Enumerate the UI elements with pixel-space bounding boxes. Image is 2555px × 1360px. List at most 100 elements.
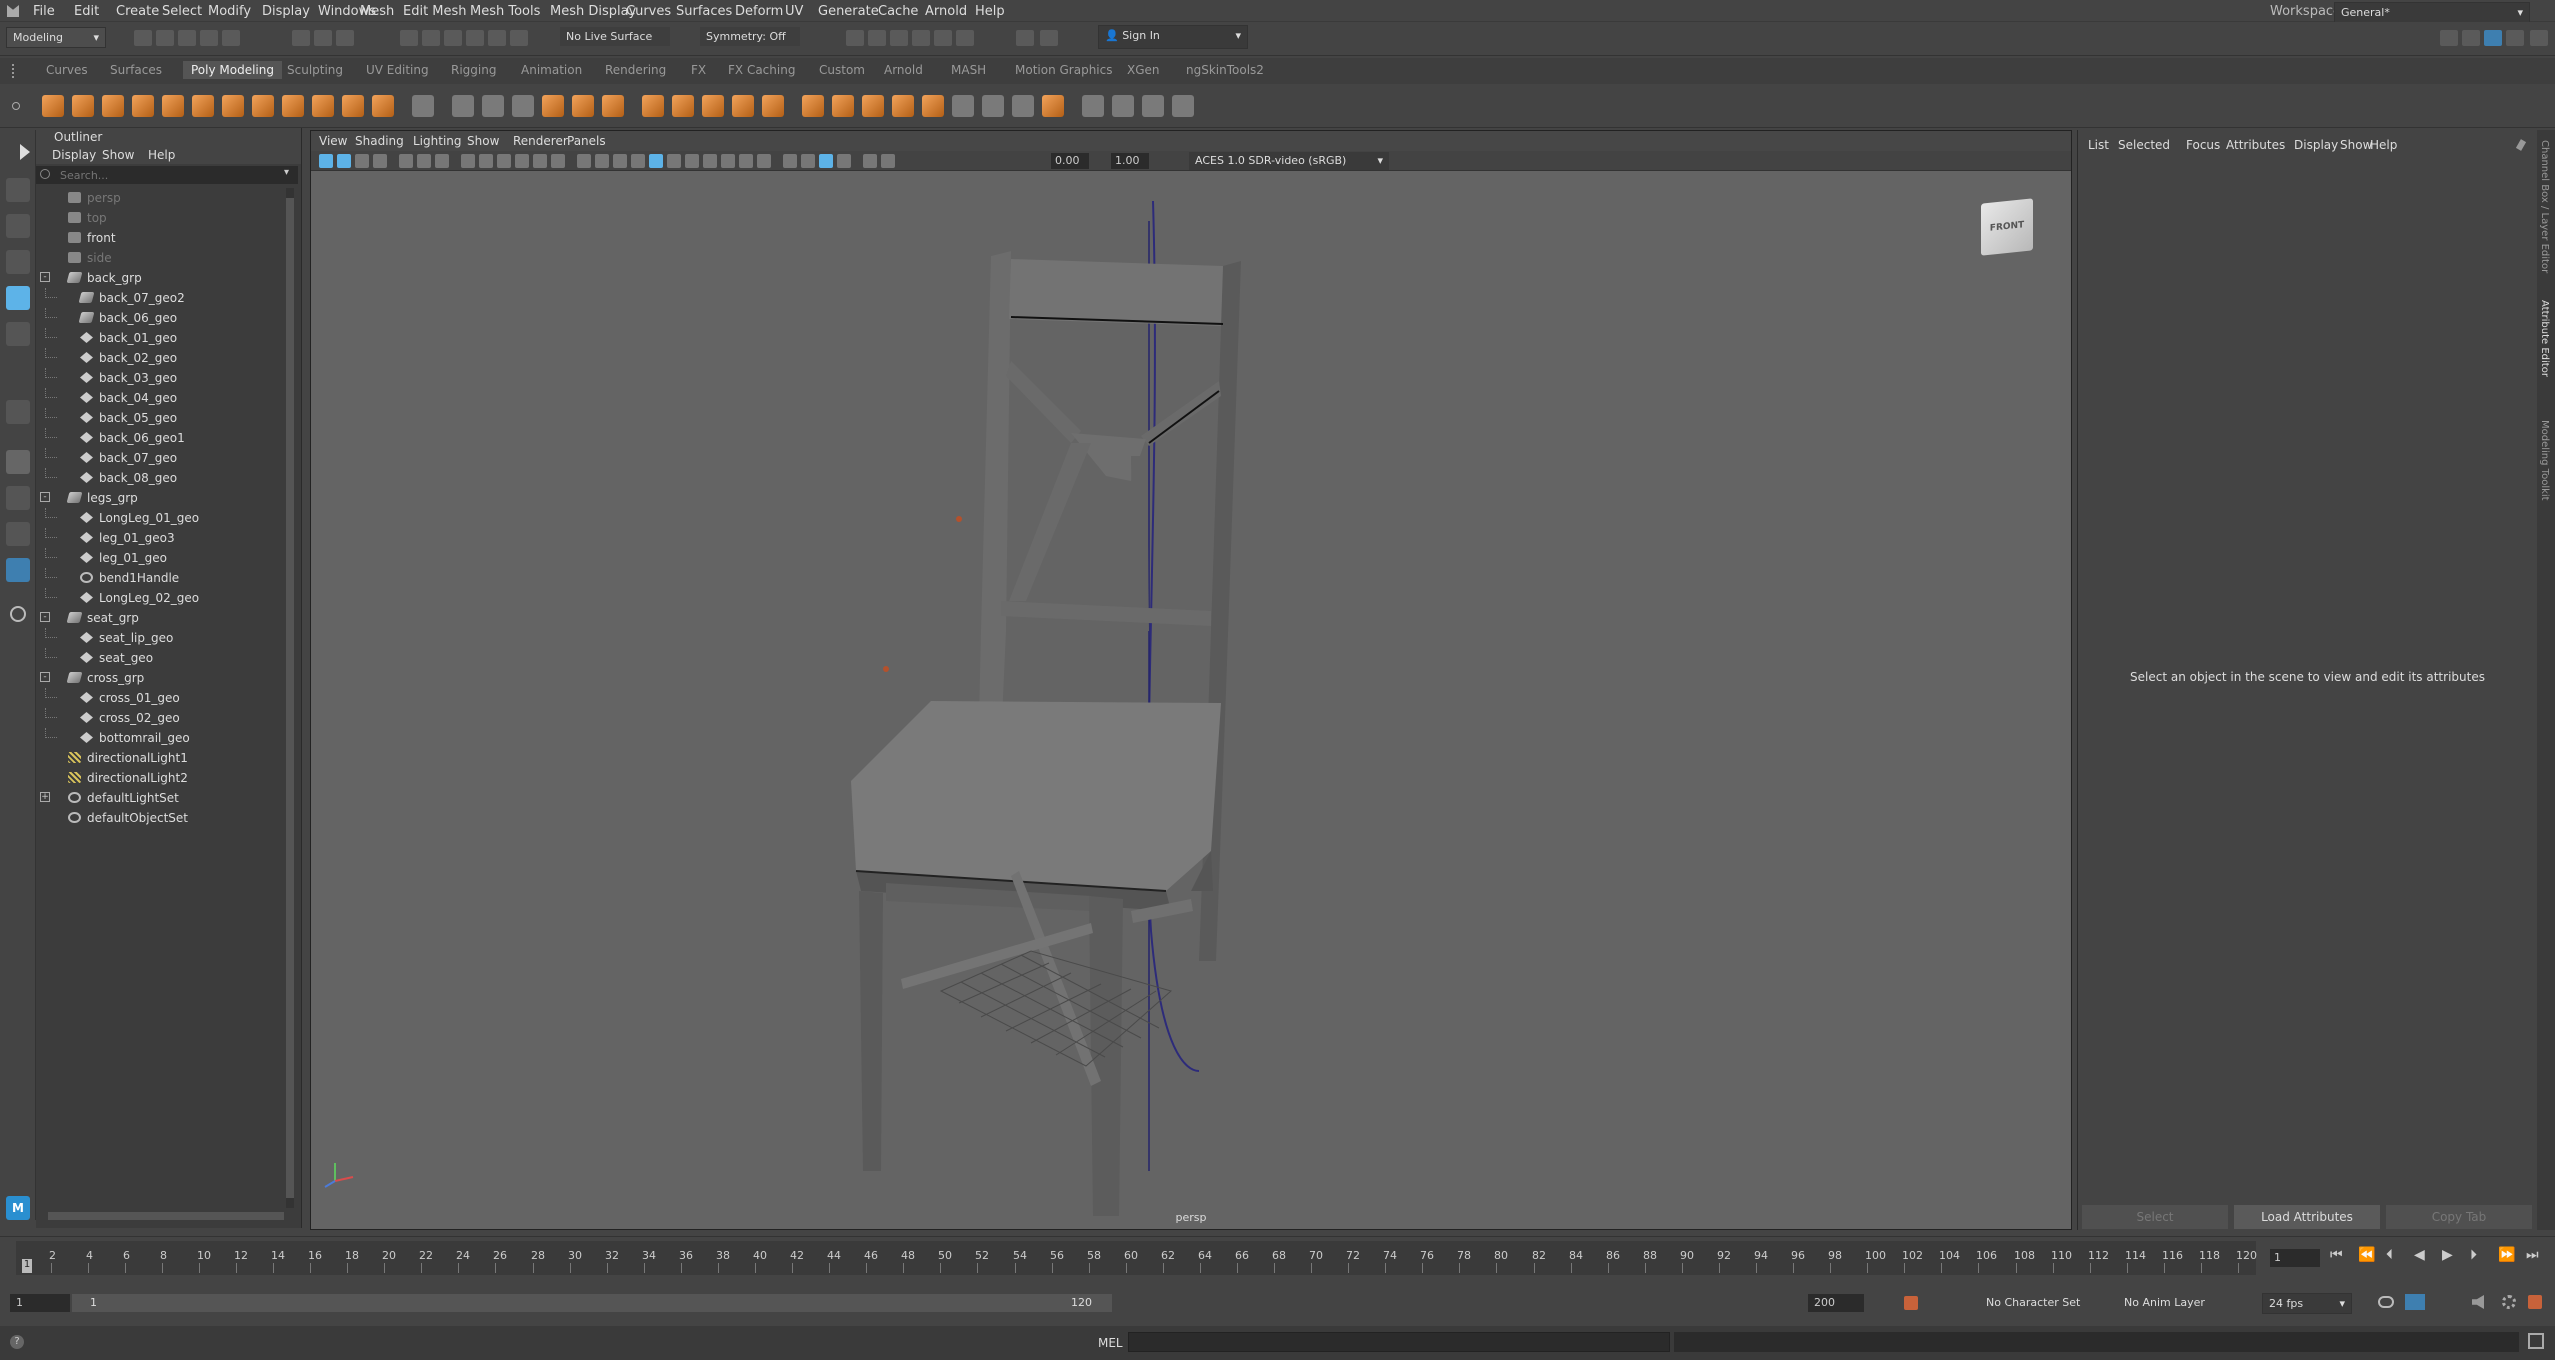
uv-editor-icon[interactable]: [1142, 95, 1164, 117]
timeline-track[interactable]: 2 4 6 8 10 12 14 16 18 20 22 24 26 28 30 32 34 36 38 40 42 44…: [16, 1241, 2257, 1275]
grid-icon[interactable]: [435, 154, 449, 168]
step-back-key-icon[interactable]: ⏪: [2358, 1247, 2375, 1263]
depth-of-field-icon[interactable]: [757, 154, 771, 168]
single-perspective-layout-icon[interactable]: [6, 450, 30, 474]
snap-to-view-plane-icon[interactable]: [466, 30, 484, 46]
outliner-horizontal-scrollbar[interactable]: [48, 1212, 284, 1220]
go-to-start-icon[interactable]: ⏮: [2330, 1247, 2343, 1263]
animation-preferences-icon[interactable]: [2528, 1295, 2542, 1309]
outliner-item-defaultlightset[interactable]: + defaultLightSet: [36, 788, 284, 808]
tab-fx[interactable]: FX: [691, 63, 706, 77]
gate-mask-icon[interactable]: [497, 154, 511, 168]
range-start-field[interactable]: 1: [10, 1294, 70, 1312]
workspace-dropdown[interactable]: General* ▾: [2334, 2, 2530, 23]
menu-select[interactable]: Select: [162, 4, 202, 19]
separate-icon[interactable]: [482, 95, 504, 117]
outliner-item-persp[interactable]: persp: [36, 188, 284, 208]
current-time-marker[interactable]: 1: [22, 1259, 32, 1273]
expand-toggle-icon[interactable]: -: [40, 612, 50, 622]
sound-icon[interactable]: [2472, 1295, 2484, 1309]
smooth-brush-icon[interactable]: [1172, 95, 1194, 117]
outliner-search-input[interactable]: [56, 166, 276, 184]
menu-display[interactable]: Display: [262, 4, 310, 19]
select-by-component-icon[interactable]: [336, 30, 354, 46]
textured-icon[interactable]: [649, 154, 663, 168]
outliner-menu-display[interactable]: Display: [52, 148, 96, 162]
outliner-layout-icon[interactable]: [6, 558, 30, 582]
viewport-menu-renderer[interactable]: Renderer: [513, 134, 568, 148]
outliner-item-longleg-01-geo[interactable]: LongLeg_01_geo: [36, 508, 284, 528]
safe-title-icon[interactable]: [551, 154, 565, 168]
gamma-icon[interactable]: [881, 154, 895, 168]
outliner-item-back-02-geo[interactable]: back_02_geo: [36, 348, 284, 368]
tab-animation[interactable]: Animation: [521, 63, 582, 77]
outliner-item-back-grp[interactable]: - back_grp: [36, 268, 284, 288]
outliner-item-back-06-geo[interactable]: back_06_geo: [36, 308, 284, 328]
outliner-item-top[interactable]: top: [36, 208, 284, 228]
xray-icon[interactable]: [801, 154, 815, 168]
outliner-item-cross-grp[interactable]: - cross_grp: [36, 668, 284, 688]
move-tool-icon[interactable]: [6, 250, 30, 274]
viewport-menu-view[interactable]: View: [319, 134, 347, 148]
backface-culling-icon[interactable]: [837, 154, 851, 168]
loop-icon[interactable]: [2378, 1296, 2394, 1308]
2d-pan-zoom-icon[interactable]: [399, 154, 413, 168]
open-scene-icon[interactable]: [156, 30, 174, 46]
poly-torus-icon[interactable]: [162, 95, 184, 117]
outliner-item-back-03-geo[interactable]: back_03_geo: [36, 368, 284, 388]
toggle-tool-settings-icon[interactable]: [2484, 30, 2502, 46]
xray-joints-icon[interactable]: [819, 154, 833, 168]
ae-menu-display[interactable]: Display: [2294, 138, 2338, 152]
menu-curves[interactable]: Curves: [626, 4, 671, 19]
menu-create[interactable]: Create: [116, 4, 159, 19]
auto-key-icon[interactable]: [1904, 1296, 1918, 1310]
command-input[interactable]: [1128, 1332, 1670, 1352]
save-scene-icon[interactable]: [178, 30, 196, 46]
expand-toggle-icon[interactable]: -: [40, 492, 50, 502]
load-attributes-button[interactable]: Load Attributes: [2234, 1205, 2380, 1229]
smooth-icon[interactable]: [512, 95, 534, 117]
super-shape-icon[interactable]: [282, 95, 304, 117]
outliner-item-back-01-geo[interactable]: back_01_geo: [36, 328, 284, 348]
multisample-aa-icon[interactable]: [739, 154, 753, 168]
arnold-render-icon[interactable]: [956, 30, 974, 46]
sculpt-icon[interactable]: [1082, 95, 1104, 117]
connect-icon[interactable]: [1042, 95, 1064, 117]
extrude-icon[interactable]: [802, 95, 824, 117]
pause-viewport-icon[interactable]: [1016, 30, 1034, 46]
current-frame-field[interactable]: 1: [2270, 1249, 2320, 1267]
menu-generate[interactable]: Generate: [818, 4, 879, 19]
toggle-attribute-editor-icon[interactable]: [2462, 30, 2480, 46]
hypershade-icon[interactable]: [934, 30, 952, 46]
render-settings-icon[interactable]: [912, 30, 930, 46]
multi-cut-icon[interactable]: [952, 95, 974, 117]
play-backward-icon[interactable]: ◀: [2414, 1247, 2425, 1263]
select-button[interactable]: Select: [2082, 1205, 2228, 1229]
resolution-gate-icon[interactable]: [479, 154, 493, 168]
play-forward-icon[interactable]: ▶: [2442, 1247, 2453, 1263]
expand-toggle-icon[interactable]: +: [40, 792, 50, 802]
menu-help[interactable]: Help: [975, 4, 1005, 19]
quad-draw-icon[interactable]: [982, 95, 1004, 117]
use-default-material-icon[interactable]: [613, 154, 627, 168]
menu-mesh-tools[interactable]: Mesh Tools: [470, 4, 540, 19]
reduce-icon[interactable]: [702, 95, 724, 117]
poly-plane-icon[interactable]: [192, 95, 214, 117]
snap-to-curve-icon[interactable]: [422, 30, 440, 46]
search-icon[interactable]: [10, 606, 26, 622]
ae-menu-help[interactable]: Help: [2370, 138, 2397, 152]
tab-sculpting[interactable]: Sculpting: [287, 63, 343, 77]
two-view-layout-icon[interactable]: [6, 522, 30, 546]
outliner-item-back-07-geo2[interactable]: back_07_geo2: [36, 288, 284, 308]
sweep-mesh-icon[interactable]: [312, 95, 334, 117]
pin-icon[interactable]: [2515, 139, 2527, 151]
render-view-icon[interactable]: [846, 30, 864, 46]
exposure-field[interactable]: 0.00: [1051, 153, 1089, 169]
outliner-menu-help[interactable]: Help: [148, 148, 175, 162]
live-surface-field[interactable]: No Live Surface: [560, 27, 670, 46]
poly-disc-icon[interactable]: [222, 95, 244, 117]
safe-action-icon[interactable]: [533, 154, 547, 168]
time-slider[interactable]: 2 4 6 8 10 12 14 16 18 20 22 24 26 28 30 32 34 36 38 40 42 44…: [0, 1236, 2555, 1280]
ae-menu-list[interactable]: List: [2088, 138, 2109, 152]
extract-icon[interactable]: [602, 95, 624, 117]
